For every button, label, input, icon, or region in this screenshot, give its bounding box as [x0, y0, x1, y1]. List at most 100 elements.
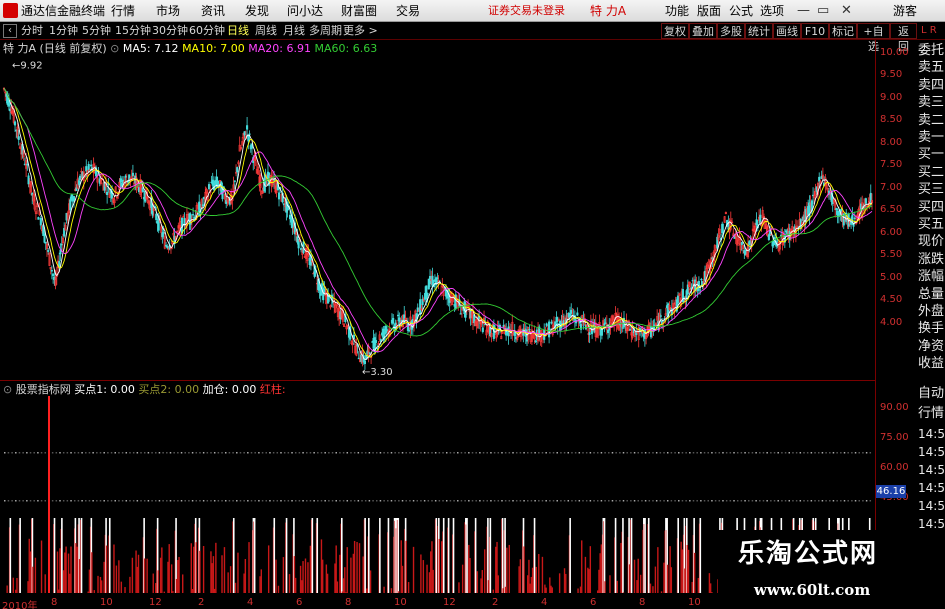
- indicator-dot: [832, 452, 835, 454]
- indicator-white-bar: [677, 518, 679, 593]
- indicator-dot: [556, 500, 558, 502]
- candle-body: [155, 213, 158, 221]
- indicator-dot: [73, 500, 76, 502]
- indicator-dot: [59, 452, 61, 454]
- indicator-dot: [659, 452, 662, 454]
- indicator-dot: [748, 500, 750, 502]
- indicator-dot: [803, 452, 805, 454]
- indicator-red-bar: [326, 573, 329, 593]
- indicator-white-bar: [311, 518, 314, 593]
- quote-field-label: 买五: [918, 217, 945, 232]
- menu-options[interactable]: 选项: [760, 3, 784, 19]
- prev-icon[interactable]: ‹: [3, 24, 17, 38]
- indicator-white-bar: [108, 518, 111, 593]
- menu-item-wealth[interactable]: 财富圈: [341, 3, 377, 19]
- period-15min[interactable]: 15分钟: [115, 23, 151, 39]
- indicator-red-bar: [136, 566, 138, 593]
- indicator-dot: [247, 452, 249, 454]
- indicator-red-bar: [341, 591, 344, 593]
- indicator-dot: [342, 452, 345, 454]
- candle-body: [247, 135, 250, 142]
- menu-formula[interactable]: 公式: [729, 3, 753, 19]
- period-1min[interactable]: 1分钟: [49, 23, 78, 39]
- indicator-dot: [143, 500, 146, 502]
- indicator-dot: [821, 452, 824, 454]
- menu-item-market[interactable]: 市场: [156, 3, 180, 19]
- indicator-dot: [328, 452, 330, 454]
- indicator-dot: [107, 500, 109, 502]
- indicator-red-bar: [87, 591, 89, 593]
- indicator-dot: [434, 452, 437, 454]
- indicator-dot: [571, 452, 573, 454]
- restore-icon[interactable]: ▭: [817, 3, 829, 19]
- indicator-red-bar: [622, 592, 625, 593]
- indicator-dot: [578, 452, 581, 454]
- period-60min[interactable]: 60分钟: [189, 23, 225, 39]
- period-more[interactable]: 更多 >: [343, 23, 378, 39]
- indicator-dot: [169, 452, 172, 454]
- candle-body: [368, 352, 371, 355]
- stats-button[interactable]: 统计: [745, 23, 773, 39]
- lr-corner[interactable]: L R: [921, 23, 937, 39]
- indicator-dot: [66, 452, 69, 454]
- indicator-red-bar: [62, 570, 65, 593]
- close-icon[interactable]: ✕: [841, 3, 852, 19]
- period-tick[interactable]: 分时: [21, 23, 43, 39]
- candle-body: [141, 187, 144, 192]
- period-weekly[interactable]: 周线: [255, 23, 277, 39]
- indicator-dot: [55, 500, 58, 502]
- overlay-button[interactable]: 叠加: [689, 23, 717, 39]
- add-watchlist-button[interactable]: +自选: [857, 23, 890, 53]
- period-daily[interactable]: 日线: [227, 23, 249, 39]
- period-30min[interactable]: 30分钟: [152, 23, 188, 39]
- indicator-dot: [567, 500, 570, 502]
- login-notice[interactable]: 证券交易未登录: [488, 3, 565, 19]
- indicator-red-bar: [243, 573, 245, 593]
- indicator-red-bar: [476, 571, 479, 593]
- indicator-settings-icon[interactable]: ⊙: [3, 383, 12, 396]
- indicator-dot: [427, 452, 430, 454]
- period-multi[interactable]: 多周期: [309, 23, 342, 39]
- menu-item-quotes[interactable]: 行情: [111, 3, 135, 19]
- period-high-label: ←9.92: [12, 60, 43, 71]
- indicator-dot: [110, 452, 113, 454]
- indicator-red-bar: [687, 549, 690, 593]
- adjust-button[interactable]: 复权: [661, 23, 689, 39]
- quote-label[interactable]: 行情: [918, 402, 945, 425]
- indicator-red-bar: [495, 546, 497, 593]
- indicator-dot: [228, 452, 231, 454]
- quote-side-panel: 委托 卖五 卖四 卖三 卖二 卖一 买一 买二 买三 买四 买五 现价 涨跌 涨幅 总量 外盘 换手 净资 收益 自…: [918, 40, 945, 609]
- period-monthly[interactable]: 月线: [283, 23, 305, 39]
- menu-item-discover[interactable]: 发现: [245, 3, 269, 19]
- indicator-red-bar: [350, 557, 352, 593]
- indicator-dot: [405, 500, 407, 502]
- candle-body: [700, 278, 703, 281]
- kline-chart[interactable]: ←9.92 ←3.30: [0, 40, 875, 609]
- indicator-dot: [272, 452, 275, 454]
- indicator-white-bar: [61, 518, 63, 593]
- indicator-red-bar: [227, 572, 229, 593]
- menu-item-ask[interactable]: 问小达: [287, 3, 323, 19]
- period-5min[interactable]: 5分钟: [82, 23, 111, 39]
- indicator-dot: [678, 500, 680, 502]
- f10-button[interactable]: F10: [801, 23, 829, 39]
- minimize-icon[interactable]: —: [797, 3, 810, 19]
- indicator-dot: [589, 452, 592, 454]
- indicator-white-bar: [397, 518, 400, 593]
- menu-function[interactable]: 功能: [665, 3, 689, 19]
- mark-button[interactable]: 标记: [829, 23, 857, 39]
- indicator-dot: [22, 500, 24, 502]
- red-bar-value: 红柱:: [259, 383, 286, 396]
- menu-item-news[interactable]: 资讯: [201, 3, 225, 19]
- indicator-dot: [151, 452, 153, 454]
- draw-button[interactable]: 画线: [773, 23, 801, 39]
- menu-layout[interactable]: 版面: [697, 3, 721, 19]
- multi-stock-button[interactable]: 多股: [717, 23, 745, 39]
- indicator-dot: [523, 500, 525, 502]
- indicator-red-bar: [390, 588, 393, 593]
- indicator-dot: [361, 452, 363, 454]
- back-button[interactable]: 返回: [890, 23, 917, 53]
- guest-label[interactable]: 游客: [893, 3, 917, 19]
- indicator-red-bar: [420, 554, 422, 593]
- menu-item-trade[interactable]: 交易: [396, 3, 420, 19]
